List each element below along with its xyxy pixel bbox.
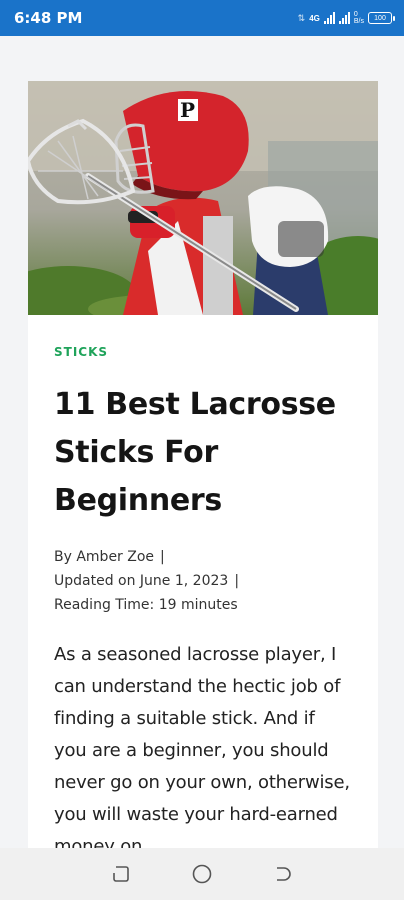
status-icons: ⇅ 4G 0 B/s 100 [297,11,395,25]
home-button[interactable] [190,862,214,886]
updated-date: Updated on June 1, 2023 [54,573,229,589]
page: P STICKS 11 Best Lacrosse Sticks For Beg… [0,36,404,861]
article-content: STICKS 11 Best Lacrosse Sticks For Begin… [28,315,378,863]
back-button[interactable] [271,862,295,886]
navigation-bar [0,848,404,900]
data-speed-icon: 0 B/s [353,11,364,25]
hero-image: P [28,81,378,315]
status-bar: 6:48 PM ⇅ 4G 0 B/s 100 [0,0,404,36]
helmet-letter: P [180,98,195,122]
signal-icon [323,12,335,24]
category-label[interactable]: STICKS [54,345,352,359]
network-type: 4G [309,13,320,23]
reading-time: Reading Time: 19 minutes [54,597,238,613]
article-meta: By Amber Zoe | Updated on June 1, 2023 | R… [54,545,352,617]
home-icon [192,864,212,884]
battery-icon: 100 [368,12,395,24]
recents-icon [112,866,129,882]
status-time: 6:48 PM [14,9,83,27]
meta-separator: | [160,549,165,565]
author[interactable]: By Amber Zoe [54,549,154,565]
meta-updated-line: Updated on June 1, 2023 | [54,569,352,593]
article-body: As a seasoned lacrosse player, I can und… [54,644,350,857]
recents-button[interactable] [109,862,133,886]
meta-separator: | [234,573,240,589]
signal-icon-2 [338,12,350,24]
vibrate-icon: ⇅ [297,12,306,23]
article-card[interactable]: P STICKS 11 Best Lacrosse Sticks For Beg… [28,81,378,861]
article-title: 11 Best Lacrosse Sticks For Beginners [54,387,336,518]
back-icon [277,867,292,881]
meta-author-line: By Amber Zoe | [54,545,352,569]
